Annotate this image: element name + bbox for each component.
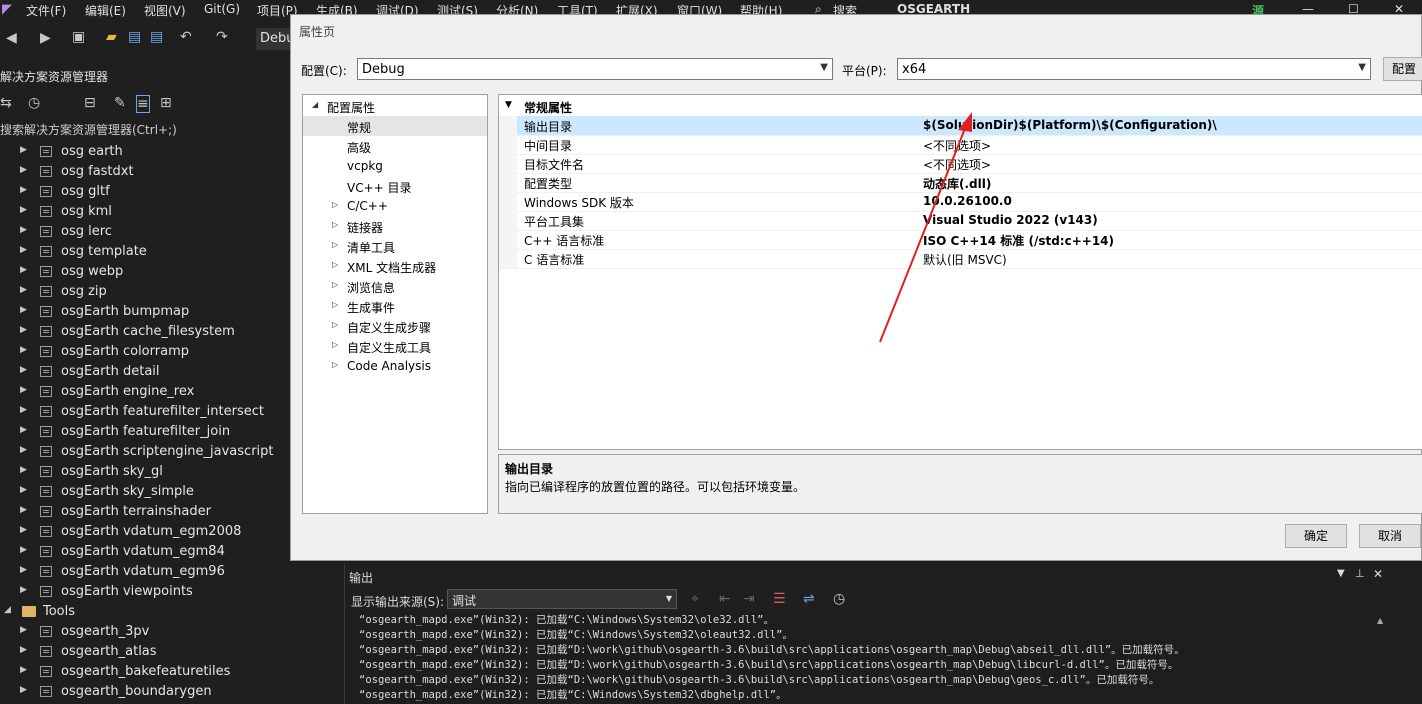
annotation-arrow — [879, 112, 972, 343]
